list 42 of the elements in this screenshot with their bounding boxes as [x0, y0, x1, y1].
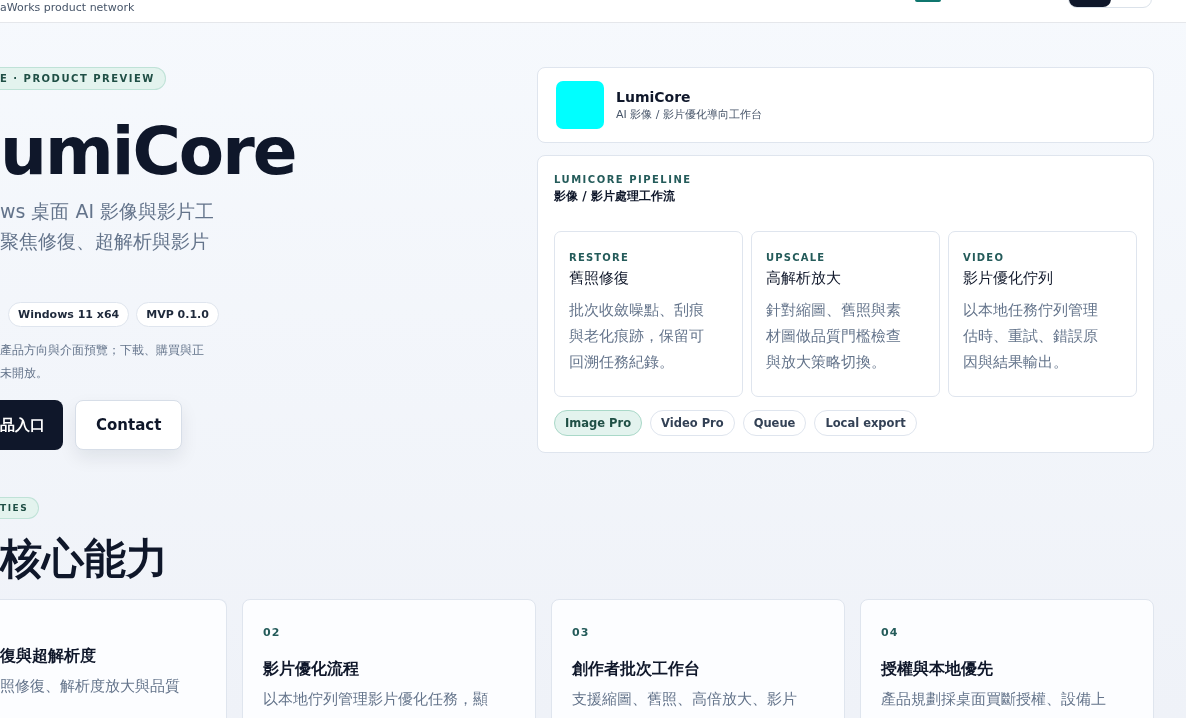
step-description: 針對縮圖、舊照與素材圖做品質門檻檢查與放大策略切換。	[766, 301, 902, 372]
card-number: 02	[263, 626, 281, 639]
preview-badge: E · PRODUCT PREVIEW	[0, 67, 166, 90]
step-tag: UPSCALE	[766, 252, 927, 263]
card-title: 復與超解析度	[0, 646, 96, 667]
feature-chip[interactable]: Queue	[742, 410, 807, 436]
step-title: 高解析放大	[766, 269, 842, 288]
product-entry-button[interactable]: 品入口	[0, 400, 63, 450]
feature-chip[interactable]: Image Pro	[554, 410, 643, 436]
preview-note: 產品方向與介面預覽；下載、購買與正	[0, 342, 204, 359]
step-description: 以本地任務佇列管理估時、重試、錯誤原因與結果輸出。	[963, 301, 1099, 372]
preview-note: 未開放。	[0, 365, 49, 382]
step-title: 影片優化佇列	[963, 269, 1054, 288]
logo-square-icon	[556, 81, 604, 129]
card-number: 03	[572, 626, 590, 639]
spec-tag: Windows 11 x64	[8, 302, 130, 327]
card-description: 支援縮圖、舊照、高倍放大、影片	[572, 690, 797, 709]
brand-tagline: aWorks product network	[0, 1, 135, 14]
section-badge: TIES	[0, 497, 40, 519]
pipeline-eyebrow: LUMICORE PIPELINE	[554, 174, 692, 185]
card-title: 創作者批次工作台	[572, 659, 700, 680]
step-tag: RESTORE	[569, 252, 730, 263]
spec-tag: MVP 0.1.0	[136, 302, 219, 327]
feature-chip[interactable]: Video Pro	[650, 410, 735, 436]
card-title: 影片優化流程	[263, 659, 359, 680]
header-mark	[915, 0, 941, 2]
card-number: 04	[881, 626, 899, 639]
card-title: 授權與本地優先	[881, 659, 993, 680]
feature-chip[interactable]: Local export	[814, 410, 917, 436]
step-description: 批次收斂噪點、刮痕與老化痕跡，保留可回溯任務紀錄。	[569, 301, 705, 372]
step-tag: VIDEO	[963, 252, 1124, 263]
card-description: 照修復、解析度放大與品質	[0, 677, 180, 696]
card-description: 產品規劃採桌面買斷授權、設備上	[881, 690, 1106, 709]
hero-subtitle: ws 桌面 AI 影像與影片工	[0, 199, 215, 224]
card-description: 以本地佇列管理影片優化任務，顯	[263, 690, 488, 709]
contact-button[interactable]: Contact	[75, 400, 183, 450]
product-name: LumiCore	[616, 88, 692, 105]
hero-subtitle: 聚焦修復、超解析與影片	[0, 229, 210, 254]
pipeline-title: 影像 / 影片處理工作流	[554, 188, 675, 205]
product-subtitle: AI 影像 / 影片優化導向工作台	[616, 106, 762, 122]
hero-title: umiCore	[0, 112, 296, 192]
step-title: 舊照修復	[569, 269, 630, 288]
